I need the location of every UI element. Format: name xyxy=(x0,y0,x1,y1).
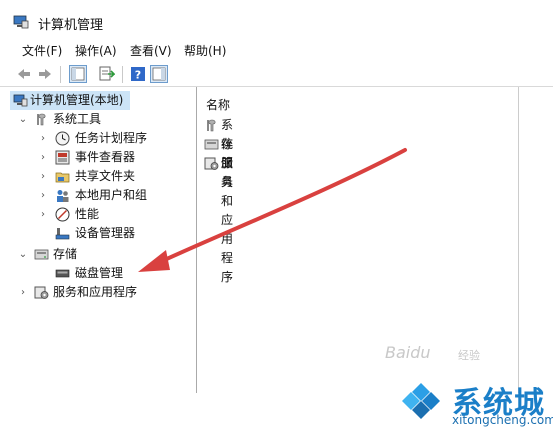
jingyan-watermark: 经验 xyxy=(458,349,480,362)
tree-item-local-users[interactable]: › 本地用户和组 xyxy=(10,186,196,205)
collapse-chevron-icon[interactable]: ⌄ xyxy=(18,245,28,264)
storage-icon xyxy=(204,139,219,150)
tree-item-label: 存储 xyxy=(53,247,78,261)
event-viewer-icon xyxy=(55,150,70,165)
back-arrow-icon[interactable] xyxy=(16,66,32,82)
collapse-chevron-icon[interactable]: ⌄ xyxy=(18,110,28,129)
menu-action[interactable]: 操作(A) xyxy=(75,42,117,59)
tree-item-task-scheduler[interactable]: › 任务计划程序 xyxy=(10,129,196,148)
performance-icon xyxy=(55,207,70,222)
tree-item-label: 性能 xyxy=(75,207,100,221)
expand-chevron-icon[interactable]: › xyxy=(38,205,48,224)
expand-chevron-icon[interactable]: › xyxy=(18,283,28,302)
tree-item-label: 系统工具 xyxy=(53,112,102,126)
tree-item-label: 磁盘管理 xyxy=(75,266,124,280)
tree-item-label: 设备管理器 xyxy=(75,226,136,240)
tree-item-label: 本地用户和组 xyxy=(75,188,148,202)
storage-icon xyxy=(34,249,49,260)
list-item-label: 服务和应用程序 xyxy=(221,156,234,284)
shared-folder-icon xyxy=(55,172,70,183)
tree-item-label: 计算机管理(本地) xyxy=(30,93,124,107)
window-title: 计算机管理 xyxy=(38,18,104,33)
xitongcheng-logo-icon xyxy=(402,383,440,419)
toolbar: ? xyxy=(0,62,553,87)
show-hide-action-pane-icon[interactable] xyxy=(150,65,168,83)
console-tree[interactable]: 计算机管理(本地) ⌄ 系统工具 › 任务计划程序 › 事件查看器 › 共享文件… xyxy=(10,87,197,393)
show-hide-tree-icon[interactable] xyxy=(69,65,87,83)
tree-item-services-apps[interactable]: › 服务和应用程序 xyxy=(10,283,196,302)
tools-icon xyxy=(37,113,46,126)
services-icon xyxy=(204,157,219,170)
menu-view[interactable]: 查看(V) xyxy=(130,42,172,59)
tree-item-performance[interactable]: › 性能 xyxy=(10,205,196,224)
menu-help[interactable]: 帮助(H) xyxy=(184,42,226,59)
tree-item-label: 共享文件夹 xyxy=(75,169,136,183)
expand-chevron-icon[interactable]: › xyxy=(38,186,48,205)
menu-bar: 文件(F) 操作(A) 查看(V) 帮助(H) xyxy=(0,40,553,60)
users-icon xyxy=(57,190,69,202)
computer-management-icon xyxy=(13,15,29,29)
tree-item-label: 事件查看器 xyxy=(75,150,136,164)
title-bar: 计算机管理 xyxy=(0,0,553,36)
toolbar-separator xyxy=(122,66,123,83)
tree-item-storage[interactable]: ⌄ 存储 xyxy=(10,245,196,264)
expand-chevron-icon[interactable]: › xyxy=(38,167,48,186)
tree-item-system-tools[interactable]: ⌄ 系统工具 xyxy=(10,110,196,129)
menu-file[interactable]: 文件(F) xyxy=(22,42,62,59)
forward-arrow-icon[interactable] xyxy=(37,66,53,82)
tree-item-label: 任务计划程序 xyxy=(75,131,148,145)
tree-item-shared-folders[interactable]: › 共享文件夹 xyxy=(10,167,196,186)
help-icon[interactable]: ? xyxy=(130,66,146,82)
tree-item-label: 服务和应用程序 xyxy=(53,285,138,299)
svg-text:?: ? xyxy=(135,69,141,82)
logo-url: xitongcheng.com xyxy=(452,413,553,427)
export-list-icon[interactable] xyxy=(99,66,115,82)
column-header-name[interactable]: 名称 xyxy=(206,96,230,113)
device-manager-icon xyxy=(55,228,70,240)
tree-item-computer-management[interactable]: 计算机管理(本地) xyxy=(10,91,130,110)
services-icon xyxy=(34,286,49,299)
tree-item-event-viewer[interactable]: › 事件查看器 xyxy=(10,148,196,167)
expand-chevron-icon[interactable]: › xyxy=(38,129,48,148)
tree-item-disk-management[interactable]: 磁盘管理 xyxy=(10,264,196,283)
expand-chevron-icon[interactable]: › xyxy=(38,148,48,167)
tree-item-device-manager[interactable]: 设备管理器 xyxy=(10,224,196,243)
toolbar-separator xyxy=(60,66,61,83)
disk-icon xyxy=(55,269,70,278)
clock-icon xyxy=(55,131,70,146)
computer-management-icon xyxy=(13,94,28,107)
tools-icon xyxy=(207,119,216,132)
baidu-watermark: Baidu xyxy=(385,343,431,362)
